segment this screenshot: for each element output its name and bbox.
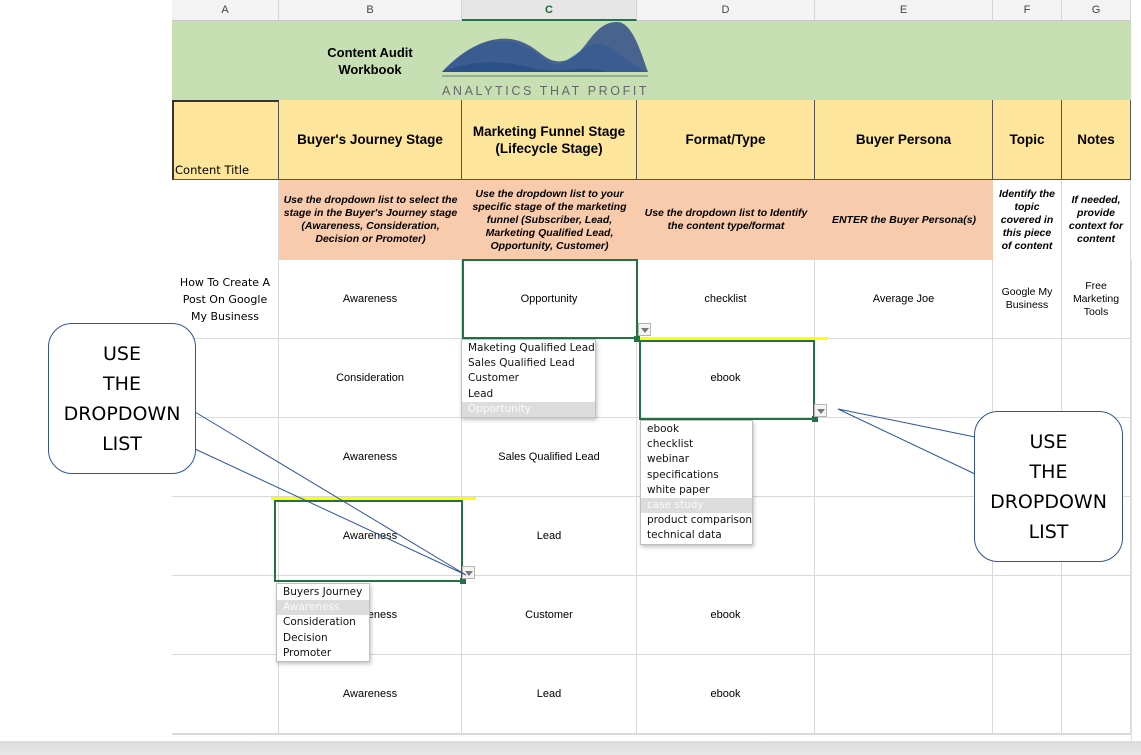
dropdown-option[interactable]: Consideration — [277, 615, 369, 630]
status-bar — [0, 741, 1141, 755]
dropdown-option[interactable]: Lead — [462, 387, 595, 402]
header-buyers-journey[interactable]: Buyer's Journey Stage — [279, 100, 462, 180]
cell-format-type[interactable]: checklist — [637, 260, 815, 339]
dropdown-option[interactable]: case study — [641, 497, 752, 514]
selected-cell-d[interactable] — [639, 340, 815, 420]
dropdown-option[interactable]: Awareness — [277, 600, 369, 616]
dropdown-option[interactable]: checklist — [641, 437, 752, 452]
dropdown-option[interactable]: Maketing Qualified Lead — [462, 341, 595, 356]
callout-text: USE — [1029, 430, 1068, 453]
cell-content-title[interactable] — [172, 655, 279, 734]
cell-notes[interactable] — [1062, 339, 1131, 418]
callout-text: LIST — [102, 432, 142, 455]
dropdown-arrow-journey[interactable] — [462, 566, 475, 579]
column-header-g[interactable]: G — [1062, 0, 1131, 21]
callout-text: DROPDOWN — [63, 402, 181, 425]
dropdown-option[interactable]: white paper — [641, 483, 752, 498]
column-header-c[interactable]: C — [462, 0, 637, 21]
header-buyer-persona[interactable]: Buyer Persona — [815, 100, 993, 180]
cell-buyers-journey[interactable]: Awareness — [279, 418, 462, 497]
callout-text: THE — [1029, 460, 1068, 483]
cell-marketing-funnel[interactable]: Sales Qualified Lead — [462, 418, 637, 497]
dropdown-option[interactable]: Customer — [462, 371, 595, 386]
instruction-topic[interactable]: Identify the topic covered in this piece… — [993, 180, 1062, 260]
cell-topic[interactable] — [993, 339, 1062, 418]
cell-marketing-funnel[interactable]: Lead — [462, 497, 637, 576]
cell-buyer-persona[interactable] — [815, 497, 993, 576]
instruction-buyer-persona[interactable]: ENTER the Buyer Persona(s) — [815, 180, 993, 260]
dropdown-arrow-funnel[interactable] — [638, 323, 651, 336]
dropdown-option[interactable]: specifications — [641, 468, 752, 483]
workbook-title: Content Audit Workbook — [300, 44, 440, 78]
callout-text: DROPDOWN — [990, 490, 1107, 513]
cell-buyer-persona[interactable]: Average Joe — [815, 260, 993, 339]
instruction-content-title[interactable] — [172, 180, 279, 260]
dropdown-option[interactable]: Decision — [277, 631, 369, 646]
selected-cell-b[interactable] — [274, 500, 463, 582]
cell-format-type[interactable]: ebook — [637, 576, 815, 655]
header-content-title[interactable]: Content Title — [172, 100, 279, 180]
dropdown-option[interactable]: Sales Qualified Lead — [462, 356, 595, 371]
dropdown-option[interactable]: Buyers Journey — [277, 585, 369, 600]
dropdown-option[interactable]: technical data — [641, 528, 752, 543]
instruction-format-type[interactable]: Use the dropdown list to Identify the co… — [637, 180, 815, 260]
workbook-title-line1: Content Audit — [327, 45, 413, 60]
cell-notes[interactable] — [1062, 655, 1131, 734]
dropdown-list-funnel[interactable]: Maketing Qualified Lead Sales Qualified L… — [461, 339, 596, 418]
gridline — [172, 734, 1131, 735]
cell-buyers-journey[interactable]: Awareness — [279, 260, 462, 339]
header-notes[interactable]: Notes — [1062, 100, 1131, 180]
cell-content-title[interactable]: How To Create A Post On Google My Busine… — [172, 260, 279, 339]
cell-marketing-funnel[interactable]: Customer — [462, 576, 637, 655]
dropdown-option[interactable]: Promoter — [277, 646, 369, 661]
cell-content-title[interactable] — [172, 576, 279, 655]
header-topic[interactable]: Topic — [993, 100, 1062, 180]
selected-cell-c[interactable] — [462, 259, 638, 339]
column-header-a[interactable]: A — [172, 0, 279, 21]
dropdown-option[interactable]: Opportunity — [462, 401, 595, 417]
dropdown-list-journey[interactable]: Buyers Journey Awareness Consideration Deci… — [276, 583, 370, 662]
instruction-buyers-journey[interactable]: Use the dropdown list to select the stag… — [279, 180, 462, 260]
cell-buyers-journey[interactable]: Consideration — [279, 339, 462, 418]
cell-marketing-funnel[interactable]: Lead — [462, 655, 637, 734]
cell-format-type[interactable]: ebook — [637, 655, 815, 734]
cell-topic[interactable] — [993, 576, 1062, 655]
cell-topic[interactable] — [993, 655, 1062, 734]
analytics-logo-icon — [442, 22, 648, 77]
callout-text: THE — [103, 372, 141, 395]
cell-notes[interactable]: Free Marketing Tools — [1062, 260, 1131, 339]
callout-right: USE THE DROPDOWN LIST — [974, 411, 1123, 562]
dropdown-list-format[interactable]: ebook checklist webinar specifications white… — [640, 420, 753, 545]
column-header-d[interactable]: D — [637, 0, 815, 21]
column-header-e[interactable]: E — [815, 0, 993, 21]
dropdown-option[interactable]: ebook — [641, 422, 752, 437]
cell-buyer-persona[interactable] — [815, 576, 993, 655]
cell-buyers-journey[interactable]: Awareness — [279, 655, 462, 734]
cell-notes[interactable] — [1062, 576, 1131, 655]
column-header-b[interactable]: B — [279, 0, 462, 21]
dropdown-option[interactable]: product comparison — [641, 513, 752, 528]
callout-text: LIST — [1028, 520, 1069, 543]
header-format-type[interactable]: Format/Type — [637, 100, 815, 180]
gridline — [1131, 260, 1132, 741]
dropdown-arrow-format[interactable] — [814, 404, 827, 417]
cell-content-title[interactable] — [172, 497, 279, 576]
column-header-f[interactable]: F — [993, 0, 1062, 21]
header-marketing-funnel[interactable]: Marketing Funnel Stage (Lifecycle Stage) — [462, 100, 637, 180]
logo-tagline: ANALYTICS THAT PROFIT — [442, 84, 650, 98]
dropdown-option[interactable]: webinar — [641, 452, 752, 467]
cell-buyer-persona[interactable] — [815, 339, 993, 418]
workbook-title-line2: Workbook — [338, 62, 402, 77]
callout-text: USE — [103, 342, 141, 365]
cell-buyer-persona[interactable] — [815, 418, 993, 497]
cell-topic[interactable]: Google My Business — [993, 260, 1062, 339]
instruction-notes[interactable]: If needed, provide context for content — [1062, 180, 1131, 260]
cell-buyer-persona[interactable] — [815, 655, 993, 734]
callout-left: USE THE DROPDOWN LIST — [48, 323, 196, 474]
instruction-marketing-funnel[interactable]: Use the dropdown list to your specific s… — [462, 180, 637, 260]
